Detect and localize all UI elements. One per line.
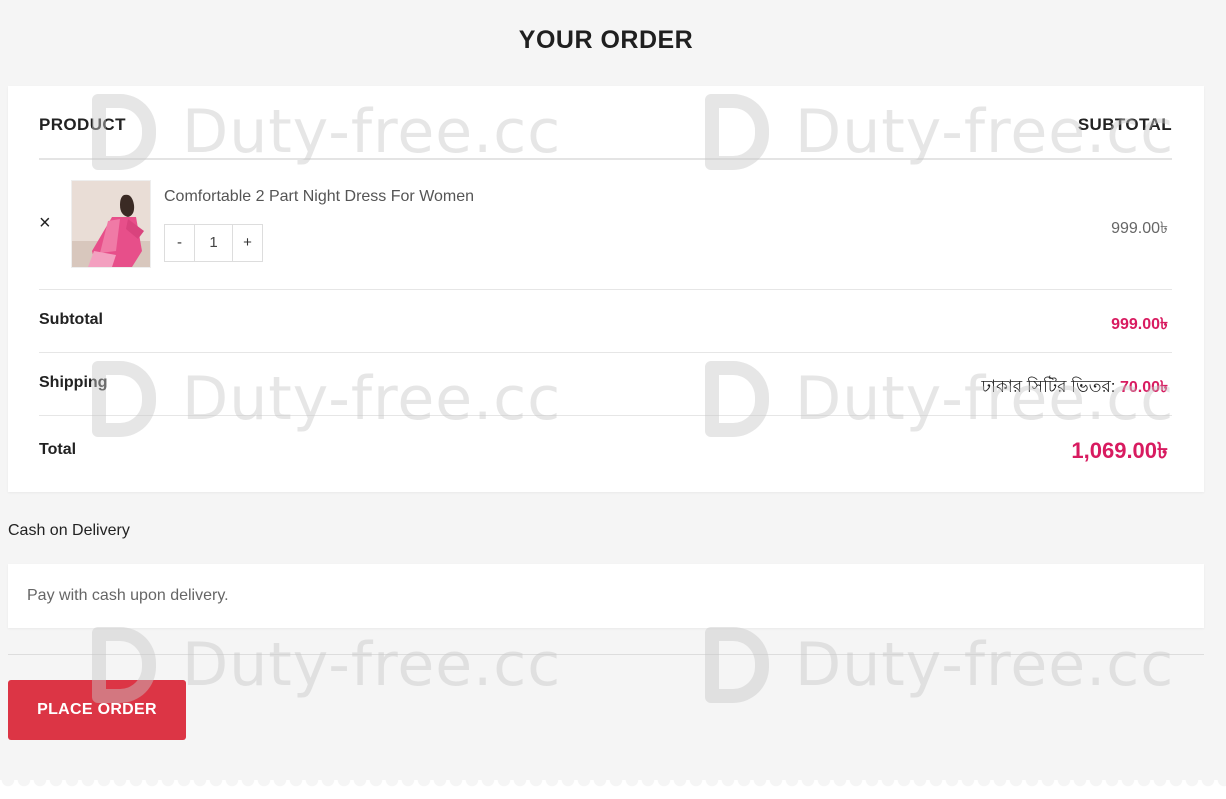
product-thumbnail[interactable]: [71, 180, 151, 268]
scalloped-edge: [0, 780, 1226, 799]
subtotal-row: Subtotal 999.00৳: [39, 290, 1172, 353]
payment-method-label[interactable]: Cash on Delivery: [8, 522, 130, 540]
shipping-method-label: ঢাকার সিটির ভিতর:: [981, 377, 1116, 396]
subtotal-column-header: SUBTOTAL: [1077, 115, 1172, 134]
subtotal-label: Subtotal: [39, 311, 103, 328]
quantity-decrease-button[interactable]: -: [165, 225, 194, 261]
divider: [8, 654, 1204, 655]
place-order-button[interactable]: PLACE ORDER: [8, 680, 186, 740]
order-review-table: PRODUCT SUBTOTAL × Comfortable 2 Part Ni…: [8, 86, 1204, 492]
item-price: 999.00৳: [1111, 220, 1168, 237]
watermark-text: Duty-free.cc: [795, 630, 1175, 700]
quantity-increase-button[interactable]: +: [233, 225, 262, 261]
product-column-header: PRODUCT: [39, 115, 126, 134]
total-row: Total 1,069.00৳: [39, 416, 1172, 492]
product-name-link[interactable]: Comfortable 2 Part Night Dress For Women: [164, 188, 474, 206]
shipping-value: 70.00৳: [1119, 379, 1168, 396]
remove-item-button[interactable]: ×: [39, 212, 59, 234]
watermark-text: Duty-free.cc: [182, 630, 562, 700]
cart-item-row: × Comfortable 2 Part Night Dress For Wom…: [39, 160, 1172, 290]
payment-description: Pay with cash upon delivery.: [27, 587, 229, 604]
shipping-label: Shipping: [39, 374, 108, 391]
total-value: 1,069.00৳: [1071, 438, 1168, 463]
shipping-row: Shipping ঢাকার সিটির ভিতর: 70.00৳: [39, 353, 1172, 416]
payment-description-box: Pay with cash upon delivery.: [8, 564, 1204, 628]
subtotal-value: 999.00৳: [1111, 316, 1168, 333]
quantity-input[interactable]: 1: [194, 225, 233, 261]
shipping-option: ঢাকার সিটির ভিতর: 70.00৳: [981, 374, 1168, 402]
watermark-logo-icon: [705, 627, 769, 703]
page-title: YOUR ORDER: [518, 26, 694, 54]
watermark: Duty-free.cc: [705, 627, 1174, 703]
order-table-header: PRODUCT SUBTOTAL: [39, 86, 1172, 160]
total-label: Total: [39, 441, 77, 458]
quantity-stepper: - 1 +: [164, 224, 263, 262]
